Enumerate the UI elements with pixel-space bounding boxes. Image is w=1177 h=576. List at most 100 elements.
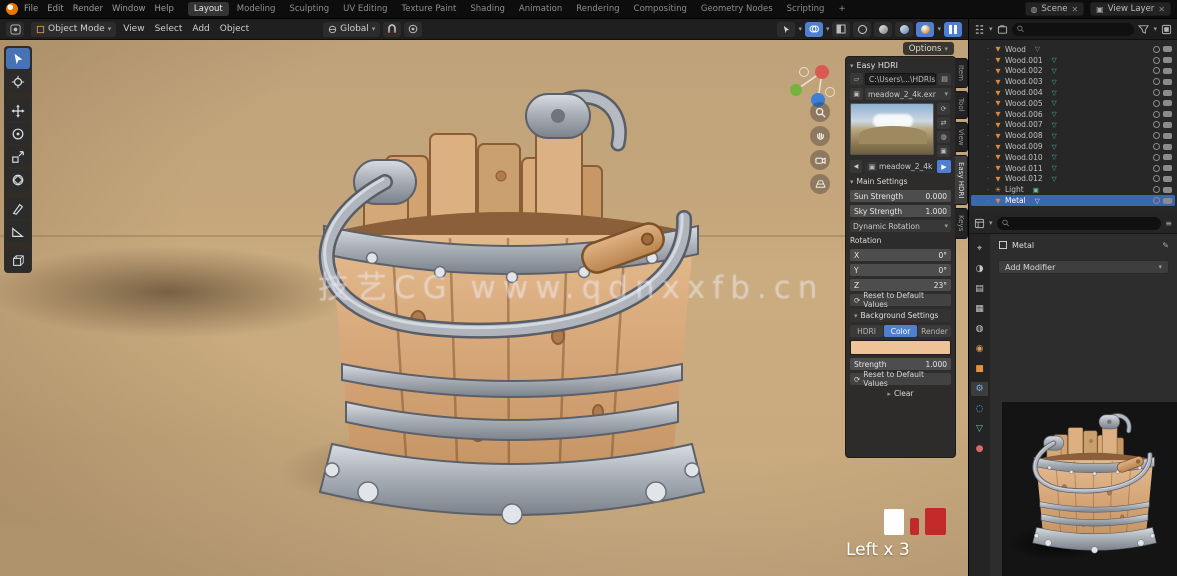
background-mode-tab[interactable]: Color — [884, 325, 917, 337]
workspace-tab[interactable]: Compositing — [628, 2, 693, 16]
viewport-menu-item[interactable]: View — [123, 24, 144, 34]
main-settings-header[interactable]: ▾ Main Settings — [850, 176, 951, 187]
properties-search-input[interactable] — [1012, 219, 1156, 228]
viewport-menu-item[interactable]: Add — [192, 24, 209, 34]
hide-in-viewport-toggle[interactable] — [1153, 100, 1160, 107]
hide-in-viewport-toggle[interactable] — [1153, 78, 1160, 85]
object-name[interactable]: Metal — [1005, 196, 1026, 205]
background-mode-tab[interactable]: Render — [918, 325, 951, 337]
background-settings-header[interactable]: ▾ Background Settings — [850, 309, 951, 322]
outliner-row[interactable]: · ▼ Wood.010 ▽ — [971, 152, 1175, 163]
xray-toggle[interactable] — [832, 22, 850, 37]
tool-measure[interactable] — [6, 221, 30, 242]
hide-in-viewport-toggle[interactable] — [1153, 121, 1160, 128]
zoom-icon[interactable] — [810, 102, 830, 122]
disable-in-render-toggle[interactable] — [1163, 46, 1172, 52]
object-name[interactable]: Wood.003 — [1005, 77, 1043, 86]
browse-folder-icon[interactable]: ▤ — [938, 73, 951, 85]
outliner-row[interactable]: · ▼ Wood.003 ▽ — [971, 76, 1175, 87]
pause-icon[interactable] — [944, 22, 962, 37]
object-name[interactable]: Wood.008 — [1005, 131, 1043, 140]
outliner-options-icon[interactable] — [1161, 24, 1172, 35]
hide-in-viewport-toggle[interactable] — [1153, 143, 1160, 150]
background-color-swatch[interactable] — [850, 340, 951, 355]
remove-view-layer-icon[interactable]: ✕ — [1158, 5, 1165, 14]
add-modifier-button[interactable]: Add Modifier ▾ — [998, 260, 1169, 274]
tool-move[interactable] — [6, 100, 30, 121]
hide-in-viewport-toggle[interactable] — [1153, 111, 1160, 118]
menu-item[interactable]: File — [24, 4, 38, 14]
disable-in-render-toggle[interactable] — [1163, 111, 1172, 117]
hdri-preview-thumbnail[interactable] — [850, 103, 934, 155]
transform-orientation[interactable]: Global ▾ — [323, 22, 380, 37]
workspace-tab[interactable]: Texture Paint — [396, 2, 463, 16]
camera-view-icon[interactable] — [810, 150, 830, 170]
disable-in-render-toggle[interactable] — [1163, 198, 1172, 204]
tool-cursor[interactable] — [6, 71, 30, 92]
options-dropdown[interactable]: Options ▾ — [903, 42, 954, 55]
sidebar-tab[interactable]: Item — [955, 58, 968, 88]
workspace-tab[interactable]: Layout — [188, 2, 229, 16]
object-name[interactable]: Wood.012 — [1005, 174, 1043, 183]
rotation-y-slider[interactable]: Y 0° — [850, 264, 951, 276]
object-name[interactable]: Wood.006 — [1005, 110, 1043, 119]
hide-in-viewport-toggle[interactable] — [1153, 132, 1160, 139]
hdri-path-field[interactable]: C:\Users\...\HDRIs\ — [865, 73, 936, 85]
workspace-tab[interactable]: Geometry Nodes — [695, 2, 779, 16]
previous-hdri-button[interactable]: ◀ — [850, 160, 862, 173]
hdri-nav-name[interactable]: ▣ meadow_2_4k — [864, 160, 935, 173]
hide-in-viewport-toggle[interactable] — [1153, 57, 1160, 64]
object-name[interactable]: Wood.005 — [1005, 99, 1043, 108]
scene-selector[interactable]: ◍ Scene ✕ — [1025, 2, 1085, 16]
clear-section-header[interactable]: ▸ Clear — [850, 388, 951, 399]
properties-tab[interactable]: ● — [971, 442, 988, 456]
editor-type-icon[interactable] — [6, 22, 24, 37]
load-image-icon[interactable]: ▣ — [937, 145, 950, 157]
properties-tab[interactable]: ▽ — [971, 422, 988, 436]
sky-strength-slider[interactable]: Sky Strength 1.000 — [850, 205, 951, 217]
disable-in-render-toggle[interactable] — [1163, 90, 1172, 96]
outliner-row[interactable]: · ▼ Metal ▽ — [971, 195, 1175, 206]
hide-in-viewport-toggle[interactable] — [1153, 186, 1160, 193]
viewport-3d[interactable]: 技艺CG www.qdnxxfb.cn — [0, 40, 968, 576]
object-name[interactable]: Wood.011 — [1005, 164, 1043, 173]
properties-tab[interactable]: ◉ — [971, 342, 988, 356]
rotation-z-slider[interactable]: Z 23° — [850, 279, 951, 291]
workspace-tab[interactable]: Scripting — [781, 2, 831, 16]
sun-strength-slider[interactable]: Sun Strength 0.000 — [850, 190, 951, 202]
unlink-scene-icon[interactable]: ✕ — [1071, 5, 1078, 14]
filter-icon[interactable] — [1138, 24, 1149, 35]
sidebar-tab[interactable]: Tool — [955, 91, 968, 119]
viewport-menu-item[interactable]: Object — [220, 24, 249, 34]
hide-in-viewport-toggle[interactable] — [1153, 165, 1160, 172]
disable-in-render-toggle[interactable] — [1163, 165, 1172, 171]
object-name[interactable]: Wood.009 — [1005, 142, 1043, 151]
reset-values-button[interactable]: ⟳ Reset to Default Values — [850, 294, 951, 306]
outliner-row[interactable]: · ▼ Wood.001 ▽ — [971, 55, 1175, 66]
object-name[interactable]: Wood.004 — [1005, 88, 1043, 97]
shading-material-icon[interactable] — [895, 22, 913, 37]
overlays-toggle[interactable] — [805, 22, 823, 37]
outliner-row[interactable]: · ▼ Wood ▽ — [971, 44, 1175, 55]
hide-in-viewport-toggle[interactable] — [1153, 46, 1160, 53]
properties-tab[interactable]: ◍ — [971, 322, 988, 336]
outliner-row[interactable]: · ▼ Wood.006 ▽ — [971, 109, 1175, 120]
workspace-tab[interactable]: Sculpting — [283, 2, 335, 16]
hide-in-viewport-toggle[interactable] — [1153, 89, 1160, 96]
snap-magnet-icon[interactable] — [383, 22, 401, 37]
sidebar-tab[interactable]: Easy HDRI — [955, 155, 968, 205]
viewport-menu-item[interactable]: Select — [155, 24, 183, 34]
workspace-tab[interactable]: + — [832, 2, 851, 16]
pan-hand-icon[interactable] — [810, 126, 830, 146]
shading-solid-icon[interactable] — [874, 22, 892, 37]
reset-background-button[interactable]: ⟳ Reset to Default Values — [850, 373, 951, 385]
hide-in-viewport-toggle[interactable] — [1153, 197, 1160, 204]
outliner-row[interactable]: · ▼ Wood.004 ▽ — [971, 87, 1175, 98]
apply-hdri-button[interactable]: ▶ — [937, 160, 951, 173]
refresh-icon[interactable]: ⟳ — [937, 103, 950, 115]
workspace-tab[interactable]: Shading — [464, 2, 511, 16]
properties-editor-icon[interactable] — [974, 218, 985, 229]
tool-annotate[interactable] — [6, 198, 30, 219]
rotation-x-slider[interactable]: X 0° — [850, 249, 951, 261]
outliner-row[interactable]: · ▼ Wood.009 ▽ — [971, 141, 1175, 152]
